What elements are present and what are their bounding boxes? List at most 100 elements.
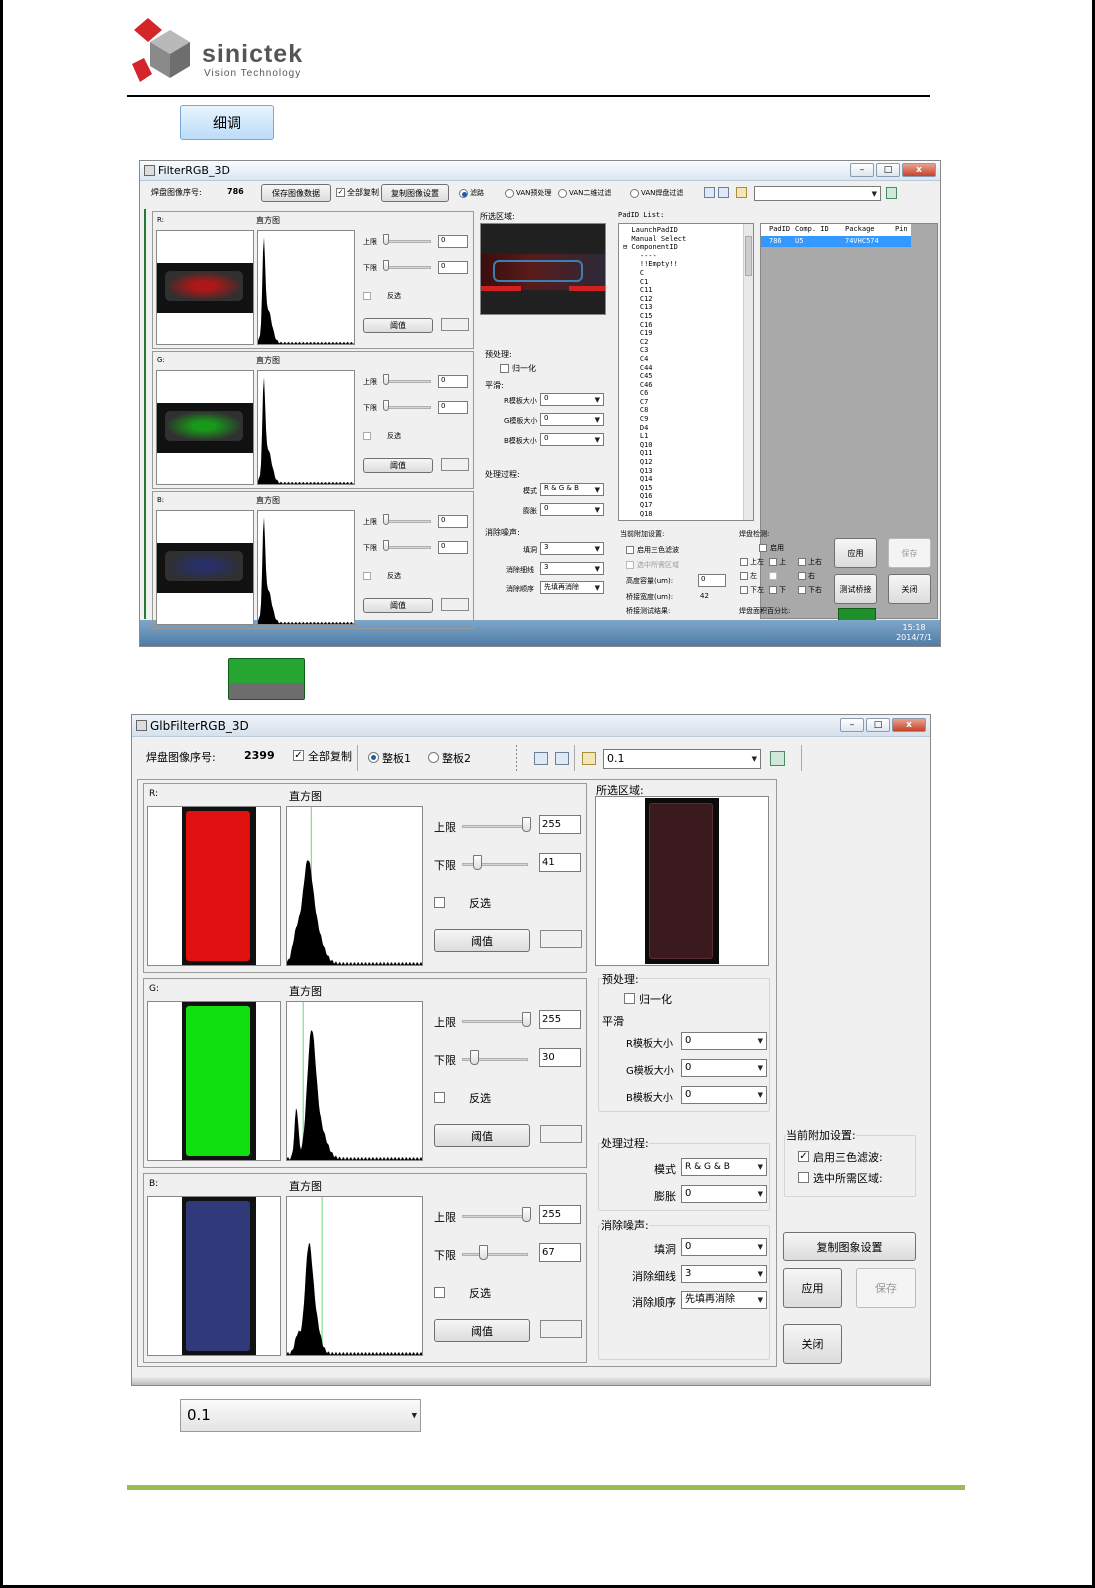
select-region-checkbox[interactable] bbox=[626, 561, 634, 569]
test-bridge-button[interactable]: 测试桥接 bbox=[834, 574, 877, 604]
upper-slider-2[interactable] bbox=[462, 1215, 528, 1218]
tricolor-checkbox[interactable] bbox=[626, 546, 634, 554]
close-button-2[interactable]: 关闭 bbox=[783, 1324, 842, 1364]
minimize-button[interactable]: – bbox=[850, 163, 874, 177]
radio-filter[interactable] bbox=[459, 189, 468, 198]
upper-input-2[interactable]: 255 bbox=[539, 1205, 581, 1224]
image-icon[interactable] bbox=[886, 187, 897, 199]
fine-tune-button[interactable]: 细调 bbox=[180, 105, 274, 140]
lower-slider-thumb[interactable] bbox=[383, 400, 389, 411]
lower-slider[interactable] bbox=[383, 266, 431, 269]
dilate-combo[interactable]: 0 bbox=[540, 503, 604, 516]
lower-slider[interactable] bbox=[383, 406, 431, 409]
image-icon-2[interactable] bbox=[770, 751, 785, 766]
lower-slider-thumb-2[interactable] bbox=[469, 1050, 479, 1065]
radio-van-pre[interactable] bbox=[505, 189, 514, 198]
invert-checkbox[interactable] bbox=[363, 572, 371, 580]
mode-combo[interactable]: R & G & B bbox=[540, 483, 604, 496]
threshold-button-2[interactable]: 阈值 bbox=[434, 1124, 530, 1147]
dir-checkbox-1[interactable] bbox=[769, 558, 777, 566]
threshold-button-2[interactable]: 阈值 bbox=[434, 1319, 530, 1342]
upper-slider[interactable] bbox=[383, 520, 431, 523]
upper-slider-2[interactable] bbox=[462, 825, 528, 828]
g-kernel-combo[interactable]: 0 bbox=[540, 413, 604, 426]
toolbar-combo[interactable] bbox=[754, 186, 881, 201]
select-region-checkbox-2[interactable] bbox=[798, 1172, 809, 1183]
grid-row-selected[interactable]: 786 U5 74VHC574 bbox=[761, 236, 911, 247]
zoom-combo-2[interactable]: 0.1 bbox=[603, 749, 761, 769]
save-image-data-button[interactable]: 保存图像数据 bbox=[261, 184, 331, 202]
invert-checkbox-2[interactable] bbox=[434, 1287, 445, 1298]
lower-slider-thumb-2[interactable] bbox=[472, 855, 482, 870]
tricolor-checkbox-2[interactable]: ✓ bbox=[798, 1151, 809, 1162]
normalize-checkbox[interactable] bbox=[500, 364, 509, 373]
minimize-button-2[interactable]: – bbox=[840, 718, 864, 732]
file-arrow-icon[interactable] bbox=[736, 187, 747, 198]
apply-button[interactable]: 应用 bbox=[834, 538, 877, 568]
dir-checkbox-5[interactable] bbox=[798, 572, 806, 580]
upper-slider-thumb-2[interactable] bbox=[522, 1207, 531, 1222]
lower-slider-thumb[interactable] bbox=[383, 260, 389, 271]
save-button-2[interactable]: 保存 bbox=[856, 1268, 916, 1308]
pad-enable-checkbox[interactable] bbox=[759, 544, 767, 552]
upper-slider-thumb[interactable] bbox=[383, 514, 389, 525]
lower-slider[interactable] bbox=[383, 546, 431, 549]
close-window-button[interactable]: x bbox=[902, 163, 936, 177]
radio-van-pad[interactable] bbox=[630, 189, 639, 198]
dir-checkbox-0[interactable] bbox=[740, 558, 748, 566]
radio-van-2d[interactable] bbox=[558, 189, 567, 198]
height-input[interactable]: 0 bbox=[698, 574, 726, 587]
remove-thin-combo[interactable]: 3 bbox=[540, 562, 604, 575]
threshold-button[interactable]: 阈值 bbox=[363, 598, 433, 613]
green-snippet-button[interactable] bbox=[228, 658, 305, 700]
maximize-button[interactable]: □ bbox=[876, 163, 900, 177]
threshold-button[interactable]: 阈值 bbox=[363, 458, 433, 473]
lower-input-2[interactable]: 41 bbox=[539, 853, 581, 872]
upper-slider[interactable] bbox=[383, 240, 431, 243]
file-arrow-icon-2[interactable] bbox=[582, 752, 596, 765]
upper-input[interactable]: 0 bbox=[438, 515, 468, 528]
maximize-button-2[interactable]: □ bbox=[866, 718, 890, 732]
threshold-button-2[interactable]: 阈值 bbox=[434, 929, 530, 952]
upper-input[interactable]: 0 bbox=[438, 375, 468, 388]
lower-input[interactable]: 0 bbox=[438, 401, 468, 414]
upper-input-2[interactable]: 255 bbox=[539, 815, 581, 834]
fill-combo-2[interactable]: 0 bbox=[681, 1238, 767, 1256]
open-folder-icon-2[interactable] bbox=[534, 752, 548, 765]
upper-input-2[interactable]: 255 bbox=[539, 1010, 581, 1029]
invert-checkbox-2[interactable] bbox=[434, 1092, 445, 1103]
save-folder-icon-2[interactable] bbox=[555, 752, 569, 765]
mode-combo-2[interactable]: R & G & B bbox=[681, 1158, 767, 1176]
upper-slider-thumb[interactable] bbox=[383, 234, 389, 245]
upper-input[interactable]: 0 bbox=[438, 235, 468, 248]
invert-checkbox[interactable] bbox=[363, 292, 371, 300]
close-button[interactable]: 关闭 bbox=[888, 574, 931, 604]
radio-board2[interactable] bbox=[428, 752, 439, 763]
padid-tree[interactable]: LaunchPadID Manual Select ⊟ ComponentID … bbox=[618, 223, 754, 521]
lower-slider-thumb[interactable] bbox=[383, 540, 389, 551]
close-window-button-2[interactable]: x bbox=[892, 718, 926, 732]
upper-slider-thumb-2[interactable] bbox=[522, 1012, 531, 1027]
tree-scrollbar[interactable] bbox=[743, 224, 753, 520]
save-button[interactable]: 保存 bbox=[888, 538, 931, 568]
upper-slider-2[interactable] bbox=[462, 1020, 528, 1023]
apply-button-2[interactable]: 应用 bbox=[783, 1268, 842, 1308]
dir-checkbox-2[interactable] bbox=[798, 558, 806, 566]
lower-input-2[interactable]: 30 bbox=[539, 1048, 581, 1067]
invert-checkbox-2[interactable] bbox=[434, 897, 445, 908]
fill-combo[interactable]: 3 bbox=[540, 542, 604, 555]
lower-slider-2[interactable] bbox=[462, 1253, 528, 1256]
b-kernel-combo-2[interactable]: 0 bbox=[681, 1086, 767, 1104]
copy-image-settings-button-2[interactable]: 复制图象设置 bbox=[783, 1232, 916, 1261]
radio-board1[interactable] bbox=[368, 752, 379, 763]
copy-all-checkbox-2[interactable]: ✓ bbox=[293, 750, 304, 761]
dir-checkbox-8[interactable] bbox=[798, 586, 806, 594]
zoom-combo-snippet[interactable]: 0.1 bbox=[180, 1399, 421, 1432]
dir-checkbox-4[interactable] bbox=[769, 572, 777, 580]
lower-input-2[interactable]: 67 bbox=[539, 1243, 581, 1262]
g-kernel-combo-2[interactable]: 0 bbox=[681, 1059, 767, 1077]
lower-slider-thumb-2[interactable] bbox=[479, 1245, 489, 1260]
r-kernel-combo-2[interactable]: 0 bbox=[681, 1032, 767, 1050]
normalize-checkbox-2[interactable] bbox=[624, 993, 635, 1004]
threshold-button[interactable]: 阈值 bbox=[363, 318, 433, 333]
